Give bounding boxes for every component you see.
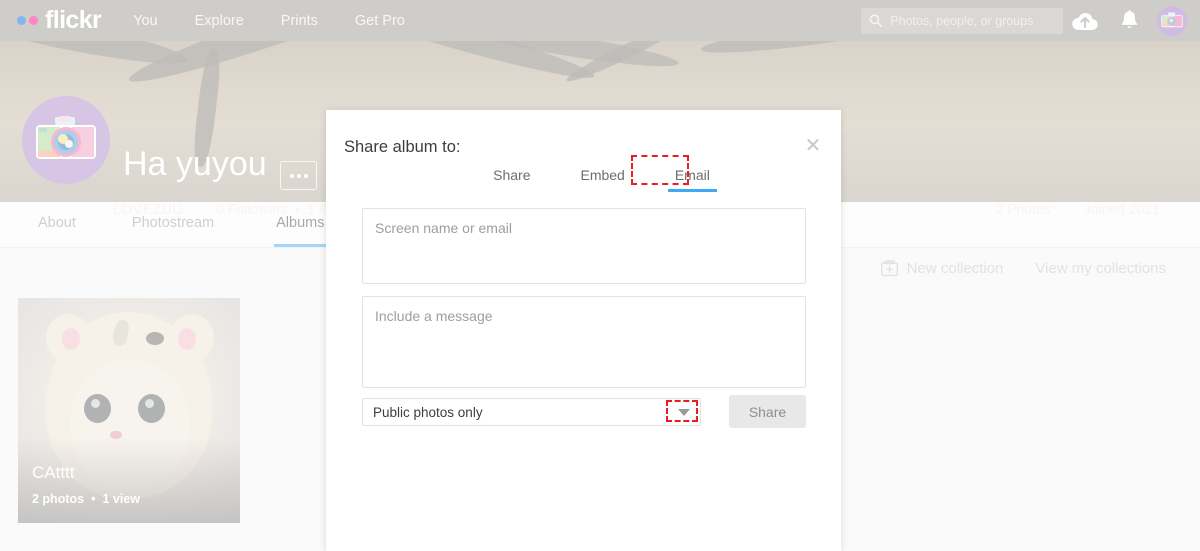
share-album-dialog: Share album to: ✕ Share Embed Email Publ… [326, 110, 841, 551]
dialog-tab-embed[interactable]: Embed [577, 160, 627, 192]
recipients-input[interactable] [363, 209, 805, 283]
chevron-down-icon[interactable] [678, 409, 690, 416]
screen: Ha yuyou LOVEZUU 0 Followers • 1 F 2 Pho… [0, 0, 1200, 551]
dialog-tab-email[interactable]: Email [672, 160, 713, 192]
close-icon[interactable]: ✕ [802, 136, 824, 158]
recipients-field[interactable] [362, 208, 806, 284]
privacy-row: Public photos only Share [362, 398, 806, 426]
dialog-tab-share[interactable]: Share [490, 160, 533, 192]
dialog-tabs: Share Embed Email [326, 160, 841, 196]
share-button[interactable]: Share [729, 395, 806, 428]
privacy-select[interactable]: Public photos only [362, 398, 701, 426]
message-input[interactable] [363, 297, 805, 387]
privacy-selected-value: Public photos only [373, 405, 483, 420]
message-field[interactable] [362, 296, 806, 388]
dialog-title: Share album to: [344, 138, 460, 157]
